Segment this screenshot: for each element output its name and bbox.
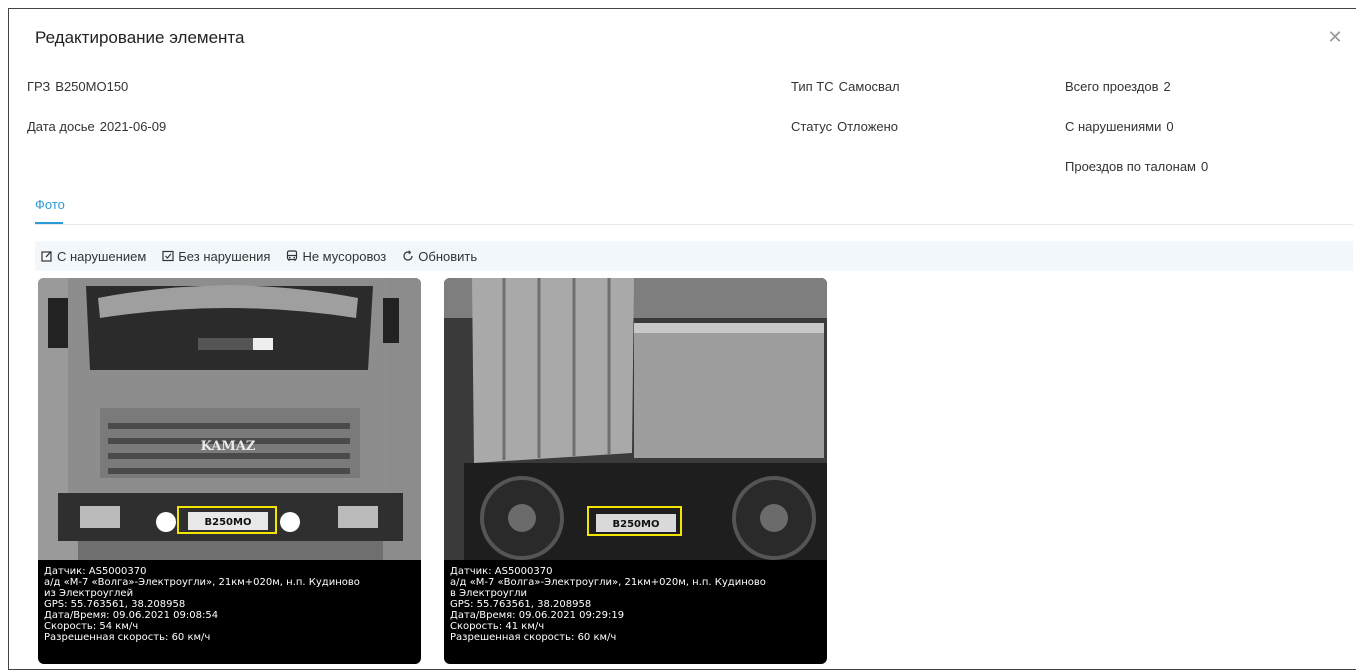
status-label: Статус	[791, 119, 833, 134]
grz-label: ГРЗ	[27, 79, 51, 94]
coupon-passes-label: Проездов по талонам	[1065, 159, 1196, 174]
caption-line: GPS: 55.763561, 38.208958	[44, 599, 186, 610]
caption-line: Разрешенная скорость: 60 км/ч	[44, 632, 211, 643]
tab-photo[interactable]: Фото	[35, 197, 65, 212]
not-garbage-truck-button[interactable]: Не мусоровоз	[286, 249, 386, 264]
caption-line: а/д «М-7 «Волга»-Электроугли», 21км+020м…	[44, 577, 360, 588]
total-passes-label: Всего проездов	[1065, 79, 1159, 94]
plate-number-1: В250МО	[205, 517, 252, 528]
with-violations-value: 0	[1166, 119, 1174, 134]
caption-line: а/д «М-7 «Волга»-Электроугли», 21км+020м…	[450, 577, 766, 588]
not-garbage-truck-label: Не мусоровоз	[302, 248, 387, 264]
total-passes-field: Всего проездов 2	[1065, 79, 1171, 94]
tab-active-indicator	[35, 222, 63, 224]
caption-line: Скорость: 41 км/ч	[450, 621, 545, 632]
photo-card-2[interactable]: В250МО Датчик: AS5000370 а/д «М-7 «Волга…	[444, 278, 827, 664]
vehicle-type-value: Самосвал	[838, 79, 900, 94]
with-violations-field: С нарушениями 0	[1065, 119, 1174, 134]
without-violation-button[interactable]: Без нарушения	[162, 249, 270, 264]
with-violation-button[interactable]: С нарушением	[41, 249, 146, 264]
photo-toolbar: С нарушением Без нарушения Не мусоровоз	[35, 241, 1353, 271]
refresh-button[interactable]: Обновить	[402, 249, 477, 264]
vehicle-type-label: Тип ТС	[791, 79, 834, 94]
truck-front-photo: В250МО KAMAZ	[38, 278, 421, 560]
edit-icon	[41, 251, 52, 262]
plate-number-2: В250МО	[613, 519, 660, 530]
caption-line: Скорость: 54 км/ч	[44, 621, 139, 632]
truck-rear-photo: В250МО	[444, 278, 827, 560]
photo-card-1[interactable]: В250МО KAMAZ Датчик: AS5000370 а/д «М-7 …	[38, 278, 421, 664]
without-violation-label: Без нарушения	[178, 248, 271, 264]
close-icon[interactable]: ✕	[1327, 28, 1343, 46]
coupon-passes-value: 0	[1200, 159, 1209, 174]
grz-value: В250МО150	[55, 79, 129, 94]
vehicle-type-field: Тип ТС Самосвал	[791, 79, 900, 94]
caption-line: в Электроугли	[450, 588, 527, 599]
dossier-date-field: Дата досье 2021-06-09	[27, 119, 166, 134]
tabs-divider	[35, 224, 1353, 225]
status-field: Статус Отложено	[791, 119, 898, 134]
edit-element-dialog: Редактирование элемента ✕ ГРЗ В250МО150 Д…	[8, 8, 1356, 670]
dialog-title: Редактирование элемента	[35, 28, 245, 47]
caption-line: GPS: 55.763561, 38.208958	[450, 599, 592, 610]
with-violations-label: С нарушениями	[1065, 119, 1162, 134]
total-passes-value: 2	[1163, 79, 1171, 94]
photo-caption-2: Датчик: AS5000370 а/д «М-7 «Волга»-Элект…	[450, 566, 821, 643]
caption-line: из Электроуглей	[44, 588, 134, 599]
check-message-icon	[162, 250, 174, 262]
refresh-icon	[403, 250, 413, 261]
caption-line: Дата/Время: 09.06.2021 09:29:19	[450, 610, 625, 621]
caption-line: Разрешенная скорость: 60 км/ч	[450, 632, 617, 643]
caption-line: Датчик: AS5000370	[450, 566, 553, 577]
status-value: Отложено	[837, 119, 899, 134]
refresh-label: Обновить	[418, 248, 478, 264]
dossier-date-label: Дата досье	[27, 119, 95, 134]
photo-caption-1: Датчик: AS5000370 а/д «М-7 «Волга»-Элект…	[44, 566, 415, 643]
caption-line: Дата/Время: 09.06.2021 09:08:54	[44, 610, 219, 621]
bus-icon	[287, 250, 298, 261]
grz-field: ГРЗ В250МО150	[27, 79, 128, 94]
dossier-date-value: 2021-06-09	[99, 119, 167, 134]
coupon-passes-field: Проездов по талонам 0	[1065, 159, 1208, 174]
truck-brand-label: KAMAZ	[201, 439, 256, 454]
caption-line: Датчик: AS5000370	[44, 566, 147, 577]
with-violation-label: С нарушением	[57, 248, 147, 264]
